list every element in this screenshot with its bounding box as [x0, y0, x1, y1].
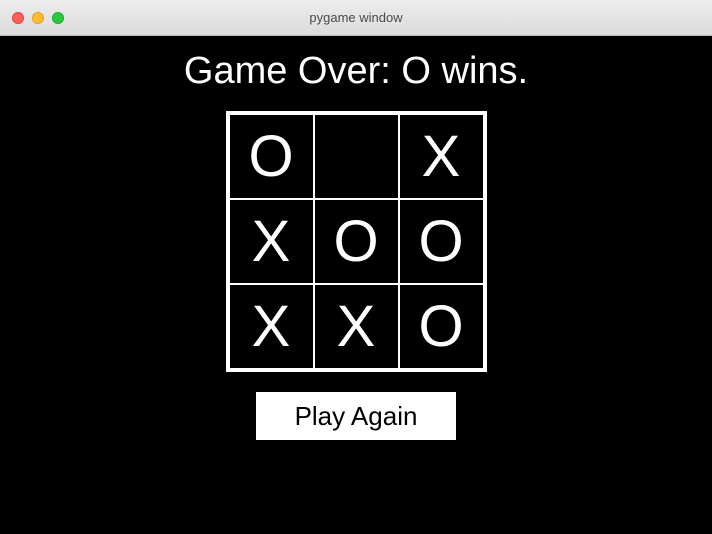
cell-2-2[interactable]: O [399, 284, 484, 369]
cell-0-1[interactable] [314, 114, 399, 199]
cell-1-0[interactable]: X [229, 199, 314, 284]
board-row: X X O [229, 284, 484, 369]
cell-0-0[interactable]: O [229, 114, 314, 199]
cell-0-2[interactable]: X [399, 114, 484, 199]
board-row: X O O [229, 199, 484, 284]
game-board: O X X O O X X O [226, 111, 487, 372]
close-icon[interactable] [12, 12, 24, 24]
titlebar: pygame window [0, 0, 712, 36]
status-text: Game Over: O wins. [184, 50, 528, 93]
cell-2-1[interactable]: X [314, 284, 399, 369]
minimize-icon[interactable] [32, 12, 44, 24]
cell-1-1[interactable]: O [314, 199, 399, 284]
game-stage: Game Over: O wins. O X X O O X X O Play … [0, 36, 712, 534]
cell-2-0[interactable]: X [229, 284, 314, 369]
cell-1-2[interactable]: O [399, 199, 484, 284]
play-again-button[interactable]: Play Again [256, 392, 456, 440]
maximize-icon[interactable] [52, 12, 64, 24]
board-row: O X [229, 114, 484, 199]
window-controls [12, 12, 64, 24]
window-title: pygame window [309, 10, 402, 25]
